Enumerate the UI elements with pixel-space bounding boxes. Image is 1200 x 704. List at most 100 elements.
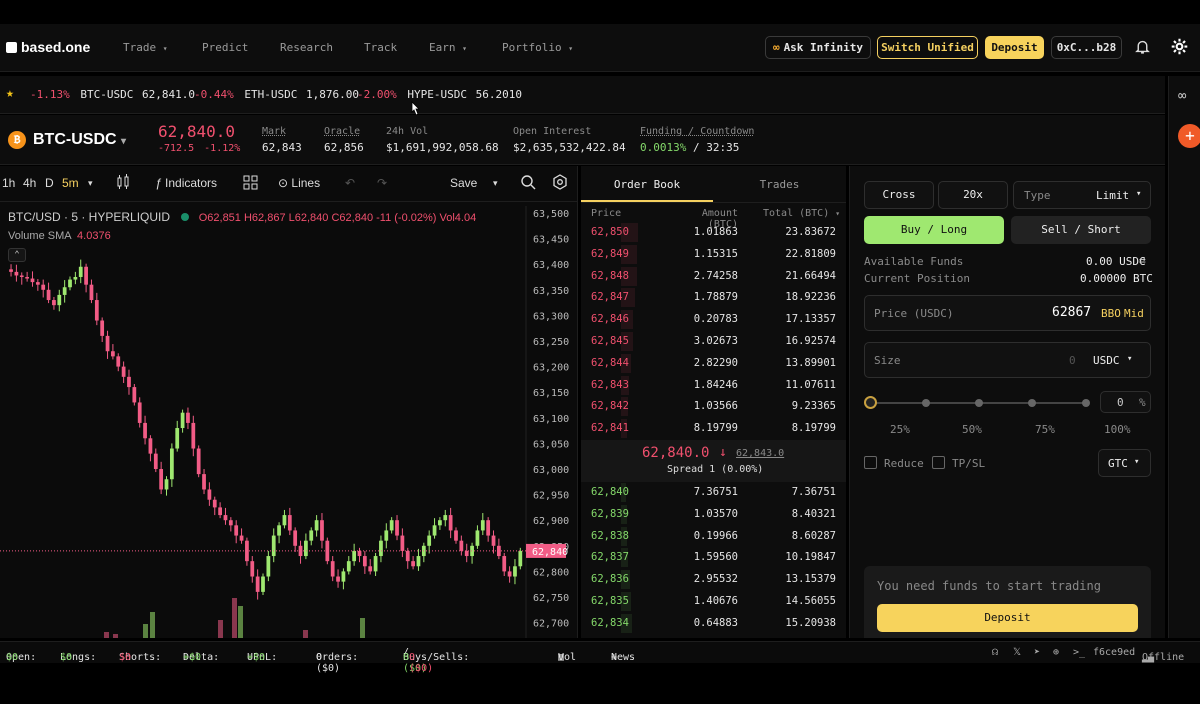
margin-mode-button[interactable]: Cross (864, 181, 934, 209)
chevron-down-icon[interactable]: ▾ (88, 178, 93, 189)
price-chart[interactable]: 63,500 63,450 63,400 63,350 63,300 63,250 63,2… (0, 206, 578, 638)
sell-short-button[interactable]: Sell / Short (1011, 216, 1151, 244)
nav-trade[interactable]: Trade ▾ (123, 41, 168, 54)
mark-25[interactable]: 25% (890, 423, 910, 436)
candle-body (438, 520, 442, 526)
candle-body (212, 499, 217, 508)
templates-icon[interactable] (243, 175, 258, 193)
nav-earn[interactable]: Earn ▾ (429, 41, 467, 54)
ask-row[interactable]: 62,848 2.74258 21.66494 (581, 266, 846, 287)
open-interest-value: $2,635,532,422.84 (513, 141, 626, 154)
bid-row[interactable]: 62,836 2.95532 13.15379 (581, 569, 846, 590)
candle-body (191, 422, 196, 449)
candlestick-chart[interactable]: 63,500 63,450 63,400 63,350 63,300 63,250 63,2… (0, 206, 578, 638)
telegram-icon[interactable]: ➤ (1034, 647, 1040, 658)
mark-50[interactable]: 50% (962, 423, 982, 436)
redo-icon[interactable]: ↷ (377, 176, 387, 190)
ask-row[interactable]: 62,847 1.78879 18.92236 (581, 287, 846, 308)
nav-track[interactable]: Track (364, 41, 397, 54)
globe-icon[interactable]: ⊕ (1053, 647, 1059, 658)
headset-icon[interactable]: ☊ (992, 647, 998, 658)
undo-icon[interactable]: ↶ (345, 176, 355, 190)
order-type-select[interactable]: Type Limit ▾ (1013, 181, 1151, 209)
settings-icon[interactable] (552, 174, 568, 193)
slider-handle[interactable] (864, 396, 877, 409)
infinity-icon[interactable]: ∞ (1178, 88, 1186, 104)
bell-icon[interactable] (1134, 38, 1151, 58)
candle-body (464, 550, 469, 557)
save-button[interactable]: Save (450, 176, 477, 190)
ticker-item-hype[interactable]: -2.00% HYPE-USDC 56.2010 (357, 88, 522, 101)
pair-selector[interactable]: BTC-USDC ▾ (33, 131, 126, 149)
nav-research[interactable]: Research (280, 41, 333, 54)
ask-row[interactable]: 62,849 1.15315 22.81809 (581, 244, 846, 265)
ask-amount: 1.03566 (693, 400, 738, 413)
ask-row[interactable]: 62,841 8.19799 8.19799 (581, 418, 846, 439)
terminal-icon[interactable]: >_ (1073, 647, 1085, 658)
nav-predict[interactable]: Predict (202, 41, 248, 54)
tf-1h[interactable]: 1h (2, 176, 15, 190)
mark-100[interactable]: 100% (1104, 423, 1131, 436)
bid-row[interactable]: 62,837 1.59560 10.19847 (581, 547, 846, 568)
switch-unified-button[interactable]: Switch Unified (877, 36, 978, 59)
leverage-button[interactable]: 20x (938, 181, 1008, 209)
candle-body (518, 550, 523, 567)
ask-row[interactable]: 62,845 3.02673 16.92574 (581, 331, 846, 352)
ask-infinity-button[interactable]: ∞ Ask Infinity (765, 36, 871, 59)
quick-search-icon[interactable] (520, 174, 536, 193)
candle-body (320, 520, 324, 541)
candle-body (14, 271, 19, 276)
size-slider[interactable] (864, 393, 1104, 413)
mid-button[interactable]: Mid (1124, 307, 1144, 320)
collapse-legend-icon[interactable]: ⌃ (8, 248, 26, 262)
ask-row[interactable]: 62,846 0.20783 17.13357 (581, 309, 846, 330)
bid-row[interactable]: 62,834 0.64883 15.20938 (581, 613, 846, 634)
deposit-button[interactable]: Deposit (877, 604, 1138, 632)
wallet-button[interactable]: 0xC...b28 (1051, 36, 1122, 59)
size-input[interactable]: Size 0 USDC ▾ (864, 342, 1151, 378)
lines-button[interactable]: ⊙ Lines (278, 176, 320, 190)
bbo-button[interactable]: BBO (1101, 307, 1121, 320)
bid-row[interactable]: 62,839 1.03570 8.40321 (581, 504, 846, 525)
ticker-item-btc[interactable]: -1.13% BTC-USDC 62,841.0 (30, 88, 195, 101)
tf-5m[interactable]: 5m (62, 176, 79, 190)
col-total[interactable]: Total (BTC) ▾ (763, 208, 840, 219)
tab-order-book[interactable]: Order Book (581, 166, 713, 202)
percent-input[interactable]: 0 % (1100, 391, 1151, 413)
candles-icon[interactable] (116, 174, 130, 193)
deposit-nav-button[interactable]: Deposit (985, 36, 1044, 59)
gear-icon[interactable] (1171, 38, 1188, 58)
bitcoin-icon: ₿ (8, 131, 26, 149)
price-value[interactable]: 62867 (1052, 305, 1091, 320)
tab-trades[interactable]: Trades (713, 166, 846, 202)
time-in-force-select[interactable]: GTC ▾ (1098, 449, 1151, 477)
tf-4h[interactable]: 4h (23, 176, 36, 190)
nav-portfolio[interactable]: Portfolio ▾ (502, 41, 573, 54)
ticker-item-eth[interactable]: -0.44% ETH-USDC 1,876.00 (194, 88, 359, 101)
x-icon[interactable]: 𝕏 (1013, 647, 1021, 658)
add-icon[interactable]: + (1178, 124, 1200, 148)
indicators-button[interactable]: ƒ Indicators (155, 176, 217, 190)
transfer-icon[interactable]: ⇄ (1139, 254, 1146, 267)
candle-body (277, 525, 281, 536)
ask-row[interactable]: 62,842 1.03566 9.23365 (581, 396, 846, 417)
chevron-down-icon: ▾ (462, 44, 467, 53)
mark-75[interactable]: 75% (1035, 423, 1055, 436)
bid-row[interactable]: 62,835 1.40676 14.56055 (581, 591, 846, 612)
buy-long-button[interactable]: Buy / Long (864, 216, 1004, 244)
logo[interactable]: based.one (6, 39, 90, 55)
star-icon[interactable]: ★ (6, 86, 14, 101)
ask-price: 62,845 (591, 335, 629, 347)
price-input[interactable]: Price (USDC) 62867 BBO Mid (864, 295, 1151, 331)
bid-row[interactable]: 62,838 0.19966 8.60287 (581, 526, 846, 547)
bid-row[interactable]: 62,840 7.36751 7.36751 (581, 482, 846, 503)
candle-body (336, 576, 340, 582)
ask-row[interactable]: 62,844 2.82290 13.89901 (581, 353, 846, 374)
chevron-down-icon[interactable]: ▾ (493, 178, 498, 189)
ask-price: 62,843 (591, 378, 629, 391)
tf-d[interactable]: D (45, 176, 54, 190)
ask-row[interactable]: 62,850 1.01863 23.83672 (581, 222, 846, 243)
trade-panel: Cross 20x Type Limit ▾ Buy / Long Sell /… (849, 166, 1165, 638)
size-unit-select[interactable]: USDC ▾ (1085, 351, 1145, 371)
ask-row[interactable]: 62,843 1.84246 11.07611 (581, 375, 846, 396)
